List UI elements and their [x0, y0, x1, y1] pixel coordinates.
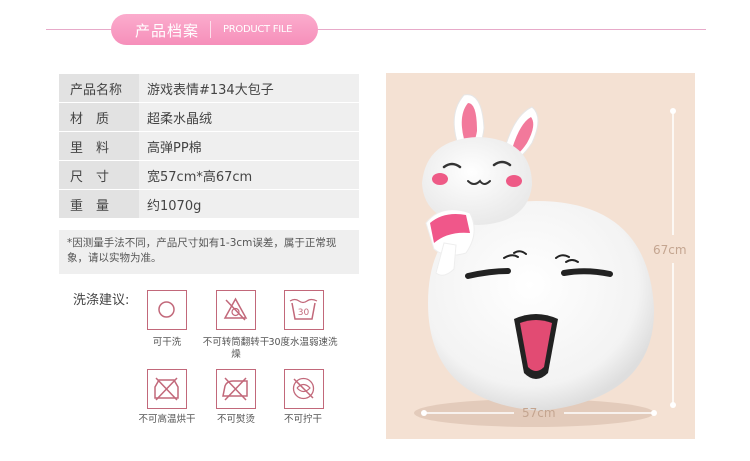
section-title-cn: 产品档案 — [135, 22, 200, 40]
wash-temp-text: 30 — [298, 308, 310, 318]
header-line-right — [314, 29, 706, 30]
spec-table: 产品名称 游戏表情#134大包子 材 质 超柔水晶绒 里 料 高弹PP棉 尺 寸… — [59, 74, 359, 219]
spec-value: 宽57cm*高67cm — [139, 161, 359, 189]
height-dimension-label: 67cm — [653, 243, 687, 257]
spec-value: 约1070g — [139, 190, 359, 218]
measurement-note: *因测量手法不同，产品尺寸如有1-3cm误差，属于正常现象，请以实物为准。 — [59, 230, 359, 274]
wash-label: 不可转筒翻转干燥 — [202, 337, 270, 360]
wash-label: 不可拧干 — [283, 414, 322, 425]
banner-divider — [210, 21, 211, 38]
spec-label: 材 质 — [59, 103, 139, 131]
no-high-temp-dry-icon — [147, 369, 187, 409]
plush-illustration — [414, 94, 676, 427]
wash-label: 30度水温弱速洗 — [268, 337, 338, 348]
spec-row-material: 材 质 超柔水晶绒 — [59, 103, 359, 131]
spec-label: 产品名称 — [59, 74, 139, 102]
wash-label: 可干洗 — [152, 337, 182, 348]
header-line-left — [46, 29, 116, 30]
width-dimension-label: 57cm — [522, 406, 556, 420]
spec-row-weight: 重 量 约1070g — [59, 190, 359, 218]
section-title-en: PRODUCT FILE — [223, 24, 293, 35]
wash-label: 不可高温烘干 — [138, 414, 196, 425]
no-wring-icon — [284, 369, 324, 409]
spec-value: 超柔水晶绒 — [139, 103, 359, 131]
spec-row-name: 产品名称 游戏表情#134大包子 — [59, 74, 359, 102]
spec-label: 尺 寸 — [59, 161, 139, 189]
no-tumble-dry-icon — [216, 290, 256, 330]
wash-label: 不可熨烫 — [216, 414, 255, 425]
section-header-banner: 产品档案 PRODUCT FILE — [111, 14, 318, 45]
spec-value: 高弹PP棉 — [139, 132, 359, 160]
spec-row-size: 尺 寸 宽57cm*高67cm — [59, 161, 359, 189]
no-iron-icon — [216, 369, 256, 409]
spec-label: 里 料 — [59, 132, 139, 160]
no-dry-clean-icon — [147, 290, 187, 330]
washing-title: 洗涤建议: — [73, 293, 130, 308]
product-photo: 67cm 57cm — [386, 73, 695, 439]
spec-row-lining: 里 料 高弹PP棉 — [59, 132, 359, 160]
spec-value: 游戏表情#134大包子 — [139, 74, 359, 102]
spec-label: 重 量 — [59, 190, 139, 218]
wash-30-icon: 30 — [284, 290, 324, 330]
